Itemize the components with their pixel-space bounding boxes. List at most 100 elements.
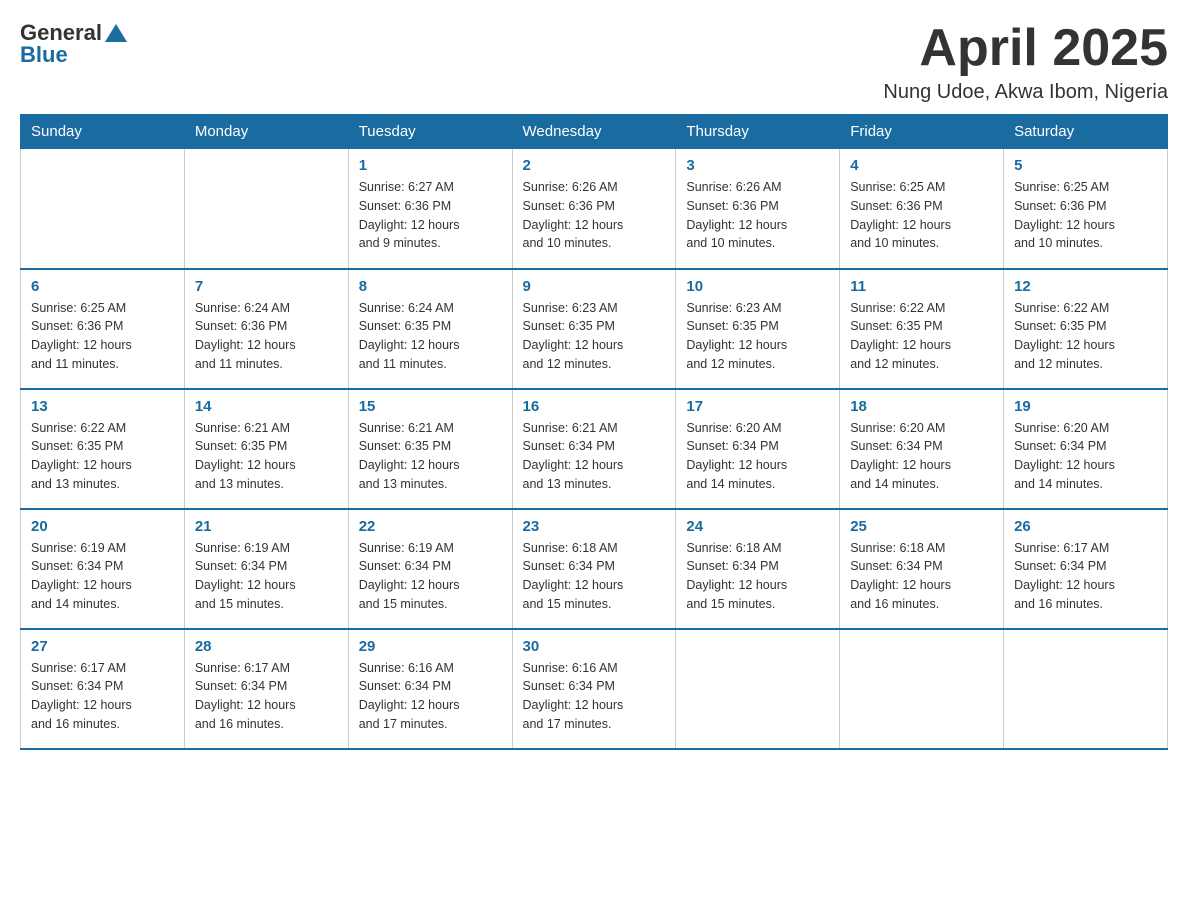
day-info: Sunrise: 6:22 AM Sunset: 6:35 PM Dayligh… <box>1014 299 1157 374</box>
day-number: 18 <box>850 398 993 415</box>
calendar-cell: 15 Sunrise: 6:21 AM Sunset: 6:35 PM Dayli… <box>348 389 512 509</box>
calendar-cell: 3Sunrise: 6:26 AM Sunset: 6:36 PM Daylig… <box>676 149 840 269</box>
calendar-cell: 28Sunrise: 6:17 AM Sunset: 6:34 PM Dayli… <box>184 629 348 749</box>
calendar-cell <box>840 629 1004 749</box>
day-number: 14 <box>195 398 338 415</box>
day-info: Sunrise: 6:22 AM Sunset: 6:35 PM Dayligh… <box>850 299 993 374</box>
day-info: Sunrise: 6:21 AM Sunset: 6:34 PM Dayligh… <box>523 419 666 494</box>
day-number: 3 <box>686 157 829 174</box>
calendar-cell <box>21 149 185 269</box>
day-info: Sunrise: 6:19 AM Sunset: 6:34 PM Dayligh… <box>195 539 338 614</box>
day-number: 30 <box>523 638 666 655</box>
calendar-cell: 12 Sunrise: 6:22 AM Sunset: 6:35 PM Dayli… <box>1004 269 1168 389</box>
day-info: Sunrise: 6:17 AM Sunset: 6:34 PM Dayligh… <box>1014 539 1157 614</box>
calendar-cell: 29Sunrise: 6:16 AM Sunset: 6:34 PM Dayli… <box>348 629 512 749</box>
calendar-cell: 4 Sunrise: 6:25 AM Sunset: 6:36 PM Daylig… <box>840 149 1004 269</box>
day-number: 27 <box>31 638 174 655</box>
calendar-cell: 17 Sunrise: 6:20 AM Sunset: 6:34 PM Dayli… <box>676 389 840 509</box>
calendar-cell: 8 Sunrise: 6:24 AM Sunset: 6:35 PM Daylig… <box>348 269 512 389</box>
day-info: Sunrise: 6:22 AM Sunset: 6:35 PM Dayligh… <box>31 419 174 494</box>
calendar-cell: 27 Sunrise: 6:17 AM Sunset: 6:34 PM Dayli… <box>21 629 185 749</box>
day-number: 12 <box>1014 278 1157 295</box>
header-sunday: Sunday <box>21 115 185 149</box>
day-number: 5 <box>1014 157 1157 174</box>
calendar-cell: 1Sunrise: 6:27 AM Sunset: 6:36 PM Daylig… <box>348 149 512 269</box>
day-info: Sunrise: 6:20 AM Sunset: 6:34 PM Dayligh… <box>686 419 829 494</box>
calendar-cell: 14 Sunrise: 6:21 AM Sunset: 6:35 PM Dayli… <box>184 389 348 509</box>
day-info: Sunrise: 6:19 AM Sunset: 6:34 PM Dayligh… <box>31 539 174 614</box>
header-row: Sunday Monday Tuesday Wednesday Thursday… <box>21 115 1168 149</box>
header-saturday: Saturday <box>1004 115 1168 149</box>
header-monday: Monday <box>184 115 348 149</box>
day-number: 19 <box>1014 398 1157 415</box>
day-info: Sunrise: 6:24 AM Sunset: 6:35 PM Dayligh… <box>359 299 502 374</box>
calendar-cell: 11Sunrise: 6:22 AM Sunset: 6:35 PM Dayli… <box>840 269 1004 389</box>
day-number: 20 <box>31 518 174 535</box>
day-number: 21 <box>195 518 338 535</box>
day-info: Sunrise: 6:21 AM Sunset: 6:35 PM Dayligh… <box>359 419 502 494</box>
day-number: 10 <box>686 278 829 295</box>
calendar-week-row: 6 Sunrise: 6:25 AM Sunset: 6:36 PM Daylig… <box>21 269 1168 389</box>
day-info: Sunrise: 6:20 AM Sunset: 6:34 PM Dayligh… <box>850 419 993 494</box>
day-info: Sunrise: 6:18 AM Sunset: 6:34 PM Dayligh… <box>523 539 666 614</box>
day-info: Sunrise: 6:23 AM Sunset: 6:35 PM Dayligh… <box>686 299 829 374</box>
calendar-cell: 16 Sunrise: 6:21 AM Sunset: 6:34 PM Dayli… <box>512 389 676 509</box>
day-info: Sunrise: 6:16 AM Sunset: 6:34 PM Dayligh… <box>523 659 666 734</box>
day-number: 22 <box>359 518 502 535</box>
day-number: 25 <box>850 518 993 535</box>
calendar-cell: 13 Sunrise: 6:22 AM Sunset: 6:35 PM Dayli… <box>21 389 185 509</box>
day-number: 9 <box>523 278 666 295</box>
logo: General Blue <box>20 20 127 68</box>
day-number: 17 <box>686 398 829 415</box>
day-info: Sunrise: 6:25 AM Sunset: 6:36 PM Dayligh… <box>1014 178 1157 253</box>
header-thursday: Thursday <box>676 115 840 149</box>
calendar-cell: 26 Sunrise: 6:17 AM Sunset: 6:34 PM Dayli… <box>1004 509 1168 629</box>
day-number: 15 <box>359 398 502 415</box>
calendar-cell: 21 Sunrise: 6:19 AM Sunset: 6:34 PM Dayli… <box>184 509 348 629</box>
day-number: 1 <box>359 157 502 174</box>
day-info: Sunrise: 6:25 AM Sunset: 6:36 PM Dayligh… <box>31 299 174 374</box>
calendar-cell <box>676 629 840 749</box>
day-info: Sunrise: 6:18 AM Sunset: 6:34 PM Dayligh… <box>850 539 993 614</box>
day-info: Sunrise: 6:16 AM Sunset: 6:34 PM Dayligh… <box>359 659 502 734</box>
day-number: 23 <box>523 518 666 535</box>
month-title: April 2025 <box>883 20 1168 77</box>
header-friday: Friday <box>840 115 1004 149</box>
day-number: 16 <box>523 398 666 415</box>
day-number: 2 <box>523 157 666 174</box>
calendar-cell <box>184 149 348 269</box>
day-number: 4 <box>850 157 993 174</box>
calendar-cell: 20 Sunrise: 6:19 AM Sunset: 6:34 PM Dayli… <box>21 509 185 629</box>
header-wednesday: Wednesday <box>512 115 676 149</box>
day-number: 6 <box>31 278 174 295</box>
calendar-cell: 23 Sunrise: 6:18 AM Sunset: 6:34 PM Dayli… <box>512 509 676 629</box>
day-number: 13 <box>31 398 174 415</box>
day-info: Sunrise: 6:26 AM Sunset: 6:36 PM Dayligh… <box>523 178 666 253</box>
day-info: Sunrise: 6:19 AM Sunset: 6:34 PM Dayligh… <box>359 539 502 614</box>
calendar-cell: 24 Sunrise: 6:18 AM Sunset: 6:34 PM Dayli… <box>676 509 840 629</box>
calendar-cell: 5 Sunrise: 6:25 AM Sunset: 6:36 PM Daylig… <box>1004 149 1168 269</box>
calendar-cell: 7 Sunrise: 6:24 AM Sunset: 6:36 PM Daylig… <box>184 269 348 389</box>
calendar-header: Sunday Monday Tuesday Wednesday Thursday… <box>21 115 1168 149</box>
calendar-week-row: 13 Sunrise: 6:22 AM Sunset: 6:35 PM Dayli… <box>21 389 1168 509</box>
day-info: Sunrise: 6:23 AM Sunset: 6:35 PM Dayligh… <box>523 299 666 374</box>
calendar-week-row: 27 Sunrise: 6:17 AM Sunset: 6:34 PM Dayli… <box>21 629 1168 749</box>
day-info: Sunrise: 6:17 AM Sunset: 6:34 PM Dayligh… <box>195 659 338 734</box>
day-info: Sunrise: 6:25 AM Sunset: 6:36 PM Dayligh… <box>850 178 993 253</box>
calendar-week-row: 1Sunrise: 6:27 AM Sunset: 6:36 PM Daylig… <box>21 149 1168 269</box>
page-header: General Blue April 2025 Nung Udoe, Akwa … <box>20 20 1168 104</box>
day-number: 8 <box>359 278 502 295</box>
logo-triangle-icon <box>105 24 127 42</box>
calendar-cell: 19 Sunrise: 6:20 AM Sunset: 6:34 PM Dayli… <box>1004 389 1168 509</box>
day-info: Sunrise: 6:20 AM Sunset: 6:34 PM Dayligh… <box>1014 419 1157 494</box>
day-info: Sunrise: 6:17 AM Sunset: 6:34 PM Dayligh… <box>31 659 174 734</box>
day-info: Sunrise: 6:21 AM Sunset: 6:35 PM Dayligh… <box>195 419 338 494</box>
day-info: Sunrise: 6:18 AM Sunset: 6:34 PM Dayligh… <box>686 539 829 614</box>
day-number: 24 <box>686 518 829 535</box>
calendar-cell: 9 Sunrise: 6:23 AM Sunset: 6:35 PM Daylig… <box>512 269 676 389</box>
day-number: 26 <box>1014 518 1157 535</box>
title-area: April 2025 Nung Udoe, Akwa Ibom, Nigeria <box>883 20 1168 104</box>
day-number: 7 <box>195 278 338 295</box>
day-info: Sunrise: 6:24 AM Sunset: 6:36 PM Dayligh… <box>195 299 338 374</box>
calendar-cell: 6 Sunrise: 6:25 AM Sunset: 6:36 PM Daylig… <box>21 269 185 389</box>
